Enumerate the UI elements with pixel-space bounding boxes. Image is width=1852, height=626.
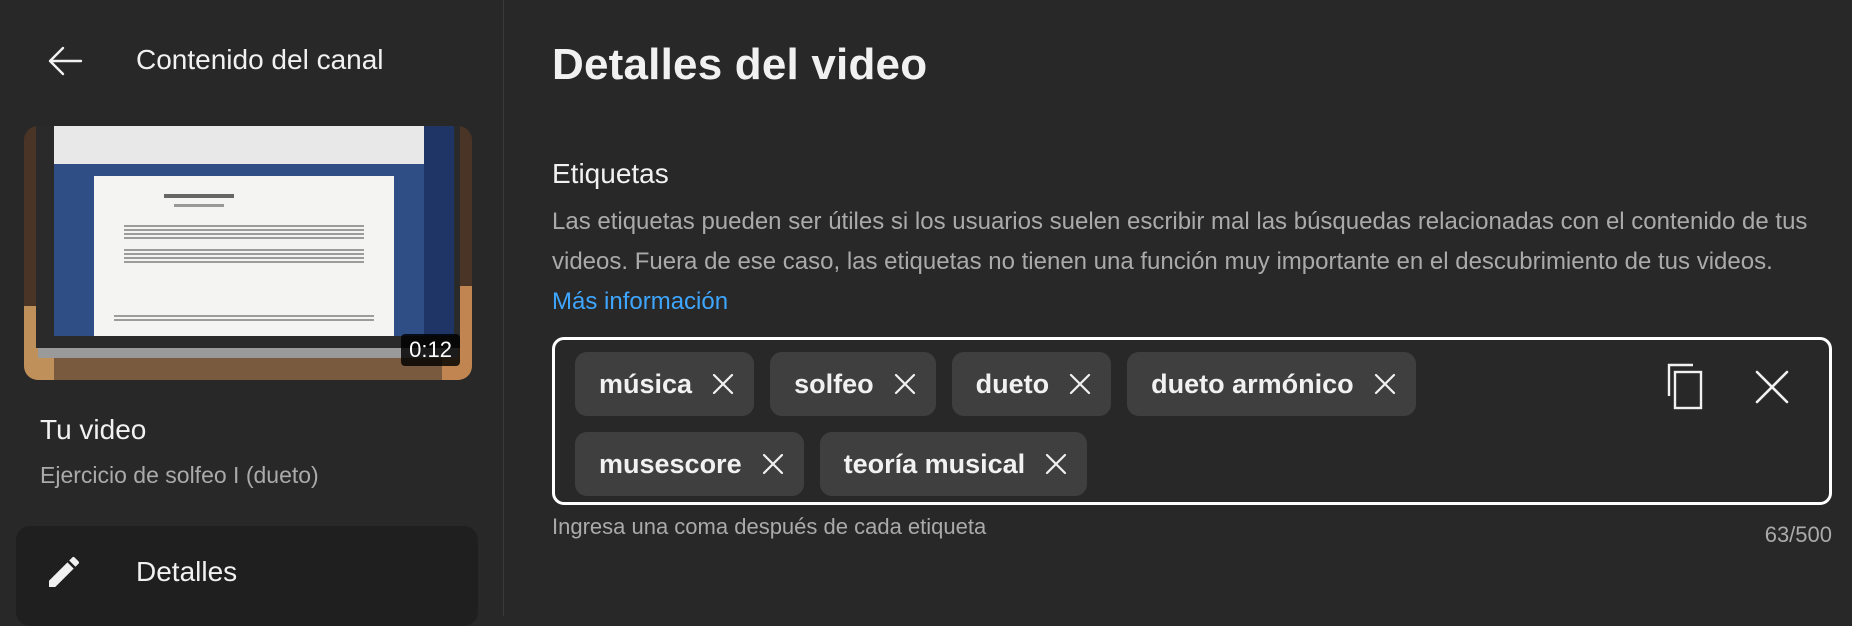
main-content: Detalles del video Etiquetas Las etiquet…: [504, 0, 1852, 616]
your-video-label: Tu video: [40, 414, 147, 445]
tag-chip: música: [575, 352, 755, 416]
tag-chip-label: teoría musical: [843, 448, 1026, 479]
tag-chip-label: musescore: [599, 448, 742, 479]
tags-description: Las etiquetas pueden ser útiles si los u…: [552, 202, 1812, 322]
tag-chip: dueto: [951, 352, 1112, 416]
close-icon[interactable]: [708, 369, 738, 399]
tags-chip-list: música solfeo dueto dueto armónico musescore…: [575, 352, 1615, 512]
video-thumbnail[interactable]: 0:12: [24, 126, 472, 380]
sidebar: Contenido del canal 0:12 Tu video Ejerci…: [0, 0, 504, 626]
tags-hint: Ingresa una coma después de cada etiquet…: [552, 514, 987, 539]
back-arrow-icon[interactable]: [44, 40, 86, 82]
close-icon[interactable]: [1370, 369, 1400, 399]
close-icon[interactable]: [758, 449, 788, 479]
tag-chip: teoría musical: [819, 432, 1088, 496]
close-icon[interactable]: [1041, 449, 1071, 479]
tags-input[interactable]: música solfeo dueto dueto armónico musescore…: [552, 337, 1832, 505]
tags-description-text: Las etiquetas pueden ser útiles si los u…: [552, 208, 1808, 275]
tags-section-label: Etiquetas: [552, 158, 669, 189]
sidebar-item-label: Detalles: [136, 556, 238, 587]
tag-chip-label: música: [599, 368, 693, 399]
copy-icon[interactable]: [1663, 362, 1709, 412]
character-counter: 63/500: [1764, 522, 1832, 547]
tag-chip-label: solfeo: [794, 368, 874, 399]
tag-chip-label: dueto armónico: [1151, 368, 1354, 399]
tag-chip: dueto armónico: [1127, 352, 1416, 416]
learn-more-link[interactable]: Más información: [552, 288, 728, 315]
page-title: Detalles del video: [552, 40, 928, 89]
sidebar-title: Contenido del canal: [136, 44, 384, 75]
clear-all-icon[interactable]: [1751, 366, 1793, 408]
video-duration: 0:12: [401, 334, 460, 366]
pencil-icon: [44, 552, 84, 592]
tag-chip: musescore: [575, 432, 804, 496]
tag-chip: solfeo: [770, 352, 936, 416]
close-icon[interactable]: [1065, 369, 1095, 399]
video-name[interactable]: Ejercicio de solfeo I (dueto): [40, 462, 319, 489]
close-icon[interactable]: [890, 369, 920, 399]
tag-chip-label: dueto: [975, 368, 1050, 399]
sidebar-item-details[interactable]: Detalles: [16, 526, 478, 626]
